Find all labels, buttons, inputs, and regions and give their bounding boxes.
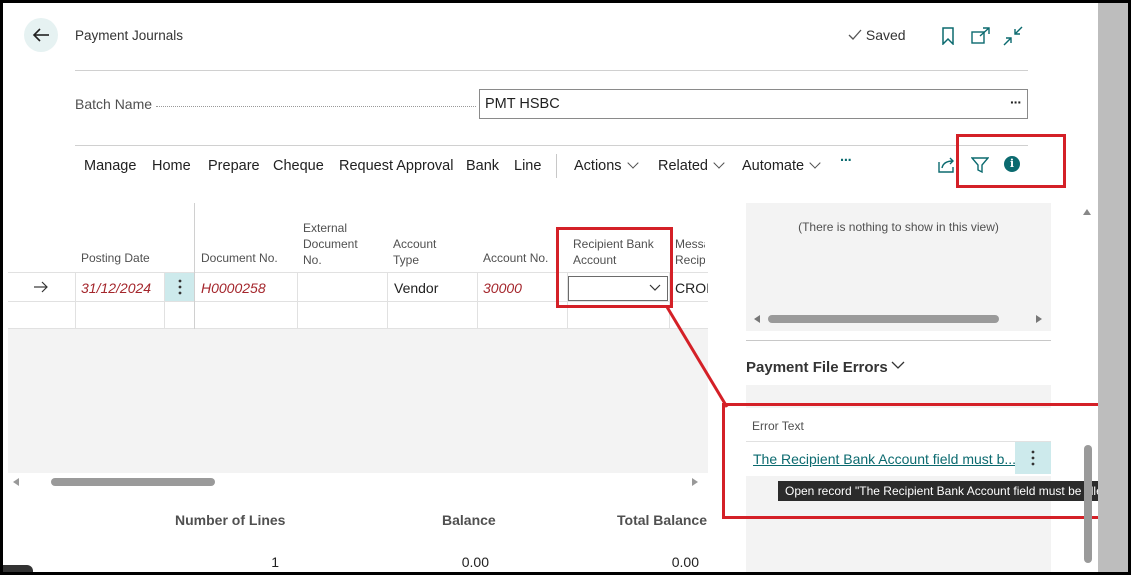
batch-name-leader: [156, 106, 476, 107]
col-posting-date[interactable]: Posting Date: [81, 250, 150, 266]
menu-request-approval[interactable]: Request Approval: [339, 158, 453, 174]
batch-name-label: Batch Name: [75, 96, 153, 112]
header-divider: [75, 70, 1028, 71]
number-of-lines-label: Number of Lines: [175, 512, 286, 528]
col-message[interactable]: MessaRecipi: [675, 236, 705, 268]
col-account-type[interactable]: Account Type: [393, 236, 436, 268]
balance-value: 0.00: [461, 554, 489, 570]
total-balance-value: 0.00: [671, 554, 699, 570]
chevron-down-icon: [809, 157, 821, 169]
menu-prepare[interactable]: Prepare: [208, 158, 260, 174]
batch-name-field[interactable]: PMT HSBC ···: [479, 89, 1028, 119]
total-balance-label: Total Balance: [617, 512, 707, 528]
cell-document-no[interactable]: H0000258: [201, 280, 266, 296]
chevron-down-icon: [891, 361, 905, 369]
checkmark-icon: [848, 29, 862, 40]
saved-status: Saved: [848, 27, 906, 43]
menu-line[interactable]: Line: [514, 158, 541, 174]
menu-automate[interactable]: Automate: [742, 157, 821, 174]
batch-more-button[interactable]: ···: [1010, 94, 1022, 110]
actionbar-divider: [75, 145, 1028, 146]
col-external-document-no[interactable]: External Document No.: [303, 220, 358, 268]
share-icon[interactable]: [937, 156, 957, 174]
vertical-dots-icon: [178, 279, 181, 295]
corner-widget: [3, 565, 33, 572]
number-of-lines-value: 1: [271, 554, 279, 570]
back-button[interactable]: [24, 18, 58, 52]
highlight-box-errors: [722, 403, 1128, 519]
bookmark-icon[interactable]: [941, 27, 955, 45]
factbox-empty-message: (There is nothing to show in this view): [798, 220, 999, 234]
menu-related[interactable]: Related: [658, 157, 725, 174]
factbox-h-scroll-right[interactable]: [1036, 315, 1042, 323]
open-in-new-window-icon[interactable]: [971, 27, 991, 45]
menu-actions[interactable]: Actions: [574, 157, 639, 174]
window-scrollbar[interactable]: [1098, 3, 1128, 572]
cell-message[interactable]: CROI: [675, 280, 708, 296]
table-h-scroll-right[interactable]: [692, 478, 698, 486]
page-title: Payment Journals: [75, 28, 184, 43]
highlight-connector: [665, 306, 729, 408]
row-selected-arrow-icon: [34, 281, 48, 293]
actionbar-separator: [556, 154, 557, 178]
factbox-scroll-up[interactable]: [1083, 209, 1091, 215]
cell-account-no[interactable]: 30000: [483, 280, 522, 296]
cell-posting-date[interactable]: 31/12/2024: [81, 280, 151, 296]
chevron-down-icon: [713, 157, 725, 169]
col-account-no[interactable]: Account No.: [483, 250, 548, 266]
factbox-h-scroll-left[interactable]: [754, 315, 760, 323]
factbox-h-scrollbar-thumb[interactable]: [768, 315, 999, 323]
chevron-down-icon: [626, 157, 639, 169]
batch-name-value: PMT HSBC: [485, 96, 560, 112]
collapse-icon[interactable]: [1003, 26, 1023, 46]
menu-cheque[interactable]: Cheque: [273, 158, 324, 174]
cell-account-type[interactable]: Vendor: [394, 280, 438, 296]
table-h-scroll-left[interactable]: [13, 478, 19, 486]
row-actions-button[interactable]: [165, 273, 194, 301]
balance-label: Balance: [442, 512, 496, 528]
actionbar-more-button[interactable]: ···: [840, 153, 852, 169]
highlight-box-recipient: [556, 227, 673, 308]
menu-bank[interactable]: Bank: [466, 158, 499, 174]
menu-home[interactable]: Home: [152, 158, 191, 174]
factbox-v-scrollbar-thumb[interactable]: [1084, 445, 1092, 563]
back-arrow-icon: [32, 28, 49, 42]
col-document-no[interactable]: Document No.: [201, 250, 278, 266]
table-h-scrollbar-thumb[interactable]: [51, 478, 215, 486]
menu-manage[interactable]: Manage: [84, 158, 136, 174]
factbox-divider: [746, 340, 1051, 341]
highlight-box-toolbar: [956, 134, 1066, 188]
payment-file-errors-title[interactable]: Payment File Errors: [746, 359, 905, 376]
